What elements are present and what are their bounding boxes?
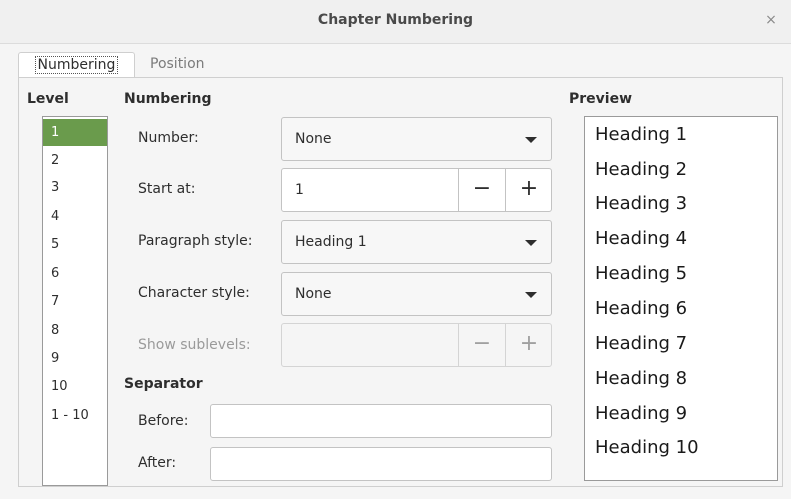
start-at-value[interactable]: 1 [295,182,304,198]
level-item[interactable]: 9 [43,345,107,372]
level-item[interactable]: 5 [43,231,107,258]
chevron-down-icon [525,240,537,246]
character-style-dropdown[interactable]: None [281,272,552,316]
before-input[interactable] [210,404,552,438]
start-at-spinbutton[interactable]: 1 − + [281,168,552,212]
level-item[interactable]: 6 [43,260,107,287]
show-sublevels-increment-button: + [505,323,552,367]
preview-line: Heading 6 [595,298,688,319]
tab-position[interactable]: Position [140,52,215,78]
level-item[interactable]: 1 - 10 [43,402,107,429]
dialog-title: Chapter Numbering [317,12,474,28]
paragraph-style-label: Paragraph style: [138,233,253,249]
level-heading: Level [27,91,69,107]
paragraph-style-dropdown[interactable]: Heading 1 [281,220,552,264]
numbering-heading: Numbering [124,91,212,107]
level-item[interactable]: 4 [43,203,107,230]
preview-line: Heading 10 [595,437,699,458]
preview-line: Heading 5 [595,263,688,284]
paragraph-style-value: Heading 1 [295,234,367,250]
preview-line: Heading 8 [595,368,688,389]
preview-line: Heading 3 [595,193,688,214]
number-dropdown[interactable]: None [281,117,552,161]
preview-line: Heading 9 [595,403,688,424]
before-label: Before: [138,413,189,429]
level-item[interactable]: 3 [43,174,107,201]
preview-line: Heading 4 [595,228,688,249]
level-item[interactable]: 10 [43,373,107,400]
preview-pane: Heading 1 Heading 2 Heading 3 Heading 4 … [584,116,778,481]
preview-heading: Preview [569,91,633,107]
close-icon[interactable]: × [761,10,781,30]
after-input[interactable] [210,447,552,481]
tab-numbering[interactable]: Numbering [18,52,135,78]
character-style-value: None [295,286,332,302]
level-item[interactable]: 2 [43,147,107,174]
level-list[interactable]: 1 2 3 4 5 6 7 8 9 10 1 - 10 [42,116,108,486]
number-label: Number: [138,130,199,146]
start-at-decrement-button[interactable]: − [458,168,505,212]
preview-line: Heading 1 [595,124,688,145]
separator-heading: Separator [124,376,203,392]
preview-line: Heading 7 [595,333,688,354]
preview-line: Heading 2 [595,159,688,180]
after-label: After: [138,455,177,471]
number-dropdown-value: None [295,131,332,147]
start-at-increment-button[interactable]: + [505,168,552,212]
start-at-label: Start at: [138,181,196,197]
show-sublevels-spinbutton: − + [281,323,552,367]
tab-numbering-label: Numbering [34,56,119,74]
chapter-numbering-dialog: Chapter Numbering × Numbering Position L… [0,0,791,499]
title-bar: Chapter Numbering × [0,0,791,44]
level-item[interactable]: 8 [43,317,107,344]
show-sublevels-decrement-button: − [458,323,505,367]
chevron-down-icon [525,137,537,143]
level-item[interactable]: 7 [43,288,107,315]
level-item[interactable]: 1 [43,119,107,146]
chevron-down-icon [525,292,537,298]
character-style-label: Character style: [138,285,250,301]
show-sublevels-label: Show sublevels: [138,337,251,353]
